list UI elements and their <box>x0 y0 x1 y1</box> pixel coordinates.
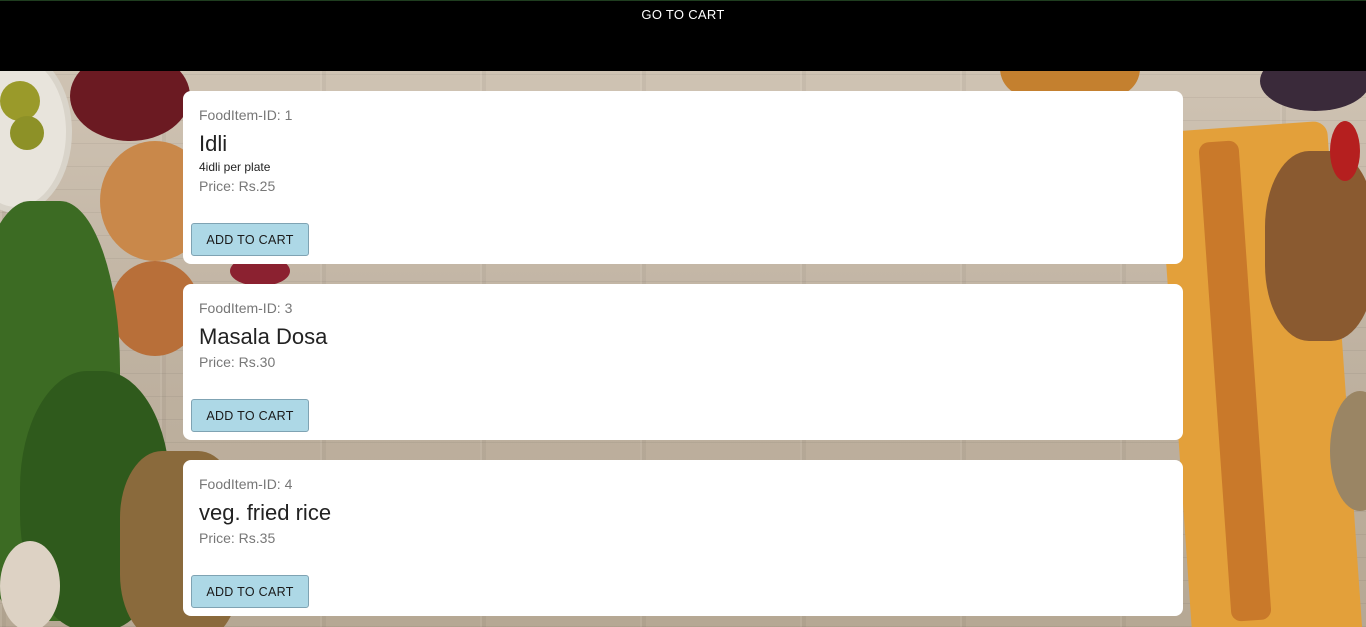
food-item-card: FoodItem-ID: 4 veg. fried rice Price: Rs… <box>183 460 1183 616</box>
food-item-id: FoodItem-ID: 4 <box>199 476 293 492</box>
food-item-name: veg. fried rice <box>199 500 332 525</box>
olive-image <box>0 81 40 121</box>
olive-image <box>10 116 44 150</box>
food-item-card: FoodItem-ID: 3 Masala Dosa Price: Rs.30 … <box>183 284 1183 440</box>
garlic-image <box>0 541 60 627</box>
food-item-id: FoodItem-ID: 1 <box>199 107 293 123</box>
food-item-price: Price: Rs.30 <box>199 354 276 370</box>
go-to-cart-link[interactable]: GO TO CART <box>0 7 1366 22</box>
chili-image <box>1330 121 1360 181</box>
food-item-card: FoodItem-ID: 1 Idli 4idli per plate Pric… <box>183 91 1183 264</box>
food-item-price: Price: Rs.35 <box>199 530 276 546</box>
add-to-cart-button[interactable]: ADD TO CART <box>191 399 309 432</box>
red-onion-image <box>70 71 190 141</box>
add-to-cart-button[interactable]: ADD TO CART <box>191 575 309 608</box>
food-item-name: Masala Dosa <box>199 324 328 349</box>
food-item-price: Price: Rs.25 <box>199 178 276 194</box>
food-item-name: Idli <box>199 131 228 156</box>
add-to-cart-button[interactable]: ADD TO CART <box>191 223 309 256</box>
food-item-id: FoodItem-ID: 3 <box>199 300 293 316</box>
food-item-description: 4idli per plate <box>199 160 271 174</box>
dried-herbs-image <box>1265 151 1366 341</box>
top-navigation-bar: GO TO CART <box>0 0 1366 71</box>
eggplant-image <box>1260 71 1366 111</box>
